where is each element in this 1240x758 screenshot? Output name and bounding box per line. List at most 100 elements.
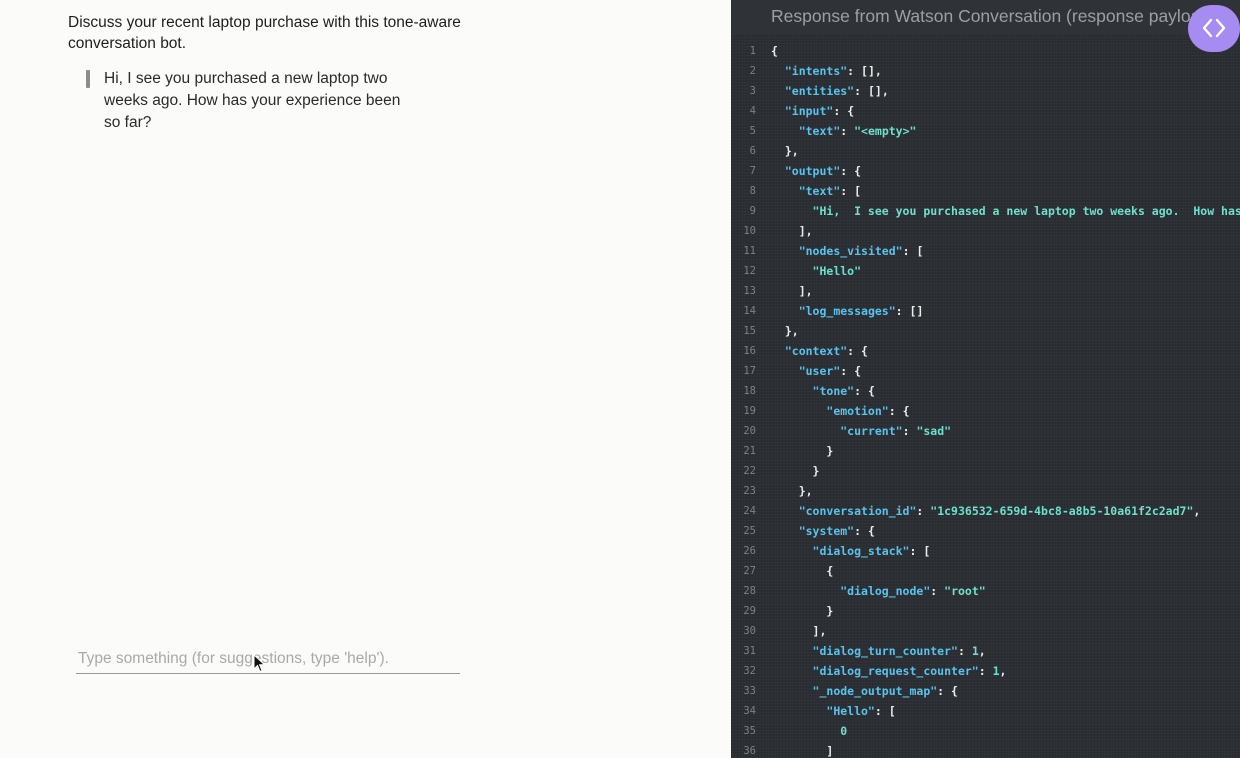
code-text: "Hello" [812, 264, 862, 278]
line-number: 8 [749, 185, 756, 197]
line-number: 17 [743, 365, 756, 377]
code-line: 16 "context": { [731, 341, 1240, 361]
code-line: 29 } [731, 601, 1240, 621]
code-text: "Hello": [ [826, 704, 896, 718]
line-number: 24 [743, 505, 756, 517]
code-line: 28 "dialog_node": "root" [731, 581, 1240, 601]
line-number: 6 [749, 145, 756, 157]
code-line: 10 ], [731, 221, 1240, 241]
line-number: 5 [749, 125, 756, 137]
line-number: 4 [749, 105, 756, 117]
code-line: 32 "dialog_request_counter": 1, [731, 661, 1240, 681]
code-line: 3 "entities": [], [731, 81, 1240, 101]
code-text: ], [812, 624, 827, 638]
code-text: "log_messages": [] [798, 304, 924, 318]
code-line: 13 ], [731, 281, 1240, 301]
code-brackets-icon [1202, 18, 1226, 38]
code-line: 21 } [731, 441, 1240, 461]
json-code-view[interactable]: 1{2 "intents": [], 3 "entities": [], 4 "in… [731, 41, 1240, 758]
code-text: "_node_output_map": { [812, 684, 958, 698]
intro-text: Discuss your recent laptop purchase with… [68, 14, 461, 52]
line-number: 12 [743, 265, 756, 277]
line-number: 31 [743, 645, 756, 657]
code-text: "context": { [784, 344, 868, 358]
line-number: 25 [743, 525, 756, 537]
line-number: 9 [749, 205, 756, 217]
code-text: ], [798, 224, 813, 238]
line-number: 19 [743, 405, 756, 417]
line-number: 16 [743, 345, 756, 357]
code-line: 34 "Hello": [ [731, 701, 1240, 721]
line-number: 14 [743, 305, 756, 317]
code-text: "current": "sad" [840, 424, 952, 438]
code-line: 12 "Hello" [731, 261, 1240, 281]
code-text: "emotion": { [826, 404, 910, 418]
code-line: 25 "system": { [731, 521, 1240, 541]
code-text: }, [784, 324, 799, 338]
json-panel-title: Response from Watson Conversation (respo… [771, 6, 1216, 26]
code-line: 20 "current": "sad" [731, 421, 1240, 441]
code-text: "text": "<empty>" [798, 124, 917, 138]
code-text: "intents": [], [784, 64, 882, 78]
code-line: 27 { [731, 561, 1240, 581]
code-line: 6 }, [731, 141, 1240, 161]
code-text: } [812, 464, 820, 478]
code-text: "input": { [784, 104, 855, 118]
code-line: 36 ] [731, 741, 1240, 758]
code-text: } [826, 444, 834, 458]
line-number: 36 [743, 745, 756, 757]
code-line: 1{ [731, 41, 1240, 61]
line-number: 10 [743, 225, 756, 237]
code-text: } [826, 604, 834, 618]
code-line: 8 "text": [ [731, 181, 1240, 201]
code-text: ], [798, 284, 813, 298]
mouse-cursor-icon [253, 654, 266, 673]
code-text: "dialog_stack": [ [812, 544, 931, 558]
code-line: 9 "Hi, I see you purchased a new laptop … [731, 201, 1240, 221]
code-text: { [826, 564, 834, 578]
code-line: 15 }, [731, 321, 1240, 341]
line-number: 28 [743, 585, 756, 597]
code-text: "dialog_turn_counter": 1, [812, 644, 986, 658]
line-number: 15 [743, 325, 756, 337]
code-line: 23 }, [731, 481, 1240, 501]
json-response-panel[interactable]: Response from Watson Conversation (respo… [731, 0, 1240, 758]
code-text: "Hi, I see you purchased a new laptop tw… [812, 204, 1240, 218]
code-line: 2 "intents": [], [731, 61, 1240, 81]
line-number: 35 [743, 725, 756, 737]
code-text: }, [798, 484, 813, 498]
code-line: 11 "nodes_visited": [ [731, 241, 1240, 261]
line-number: 21 [743, 445, 756, 457]
line-number: 34 [743, 705, 756, 717]
code-text: "dialog_request_counter": 1, [812, 664, 1007, 678]
code-line: 26 "dialog_stack": [ [731, 541, 1240, 561]
code-text: "nodes_visited": [ [798, 244, 924, 258]
line-number: 3 [749, 85, 756, 97]
line-number: 1 [749, 45, 756, 57]
line-number: 22 [743, 465, 756, 477]
line-number: 33 [743, 685, 756, 697]
chat-input[interactable] [76, 644, 460, 674]
code-line: 31 "dialog_turn_counter": 1, [731, 641, 1240, 661]
code-line: 19 "emotion": { [731, 401, 1240, 421]
code-line: 5 "text": "<empty>" [731, 121, 1240, 141]
line-number: 13 [743, 285, 756, 297]
code-text: ] [826, 744, 834, 758]
code-line: 14 "log_messages": [] [731, 301, 1240, 321]
code-text: "entities": [], [784, 84, 889, 98]
code-text: "user": { [798, 364, 862, 378]
line-number: 7 [749, 165, 756, 177]
code-text: "output": { [784, 164, 862, 178]
line-number: 29 [743, 605, 756, 617]
code-text: 0 [840, 724, 848, 738]
code-text: "system": { [798, 524, 875, 538]
line-number: 20 [743, 425, 756, 437]
line-number: 27 [743, 565, 756, 577]
line-number: 18 [743, 385, 756, 397]
json-panel-header: Response from Watson Conversation (respo… [731, 0, 1240, 34]
code-text: "text": [ [798, 184, 862, 198]
code-line: 7 "output": { [731, 161, 1240, 181]
code-line: 30 ], [731, 621, 1240, 641]
code-line: 22 } [731, 461, 1240, 481]
line-number: 23 [743, 485, 756, 497]
